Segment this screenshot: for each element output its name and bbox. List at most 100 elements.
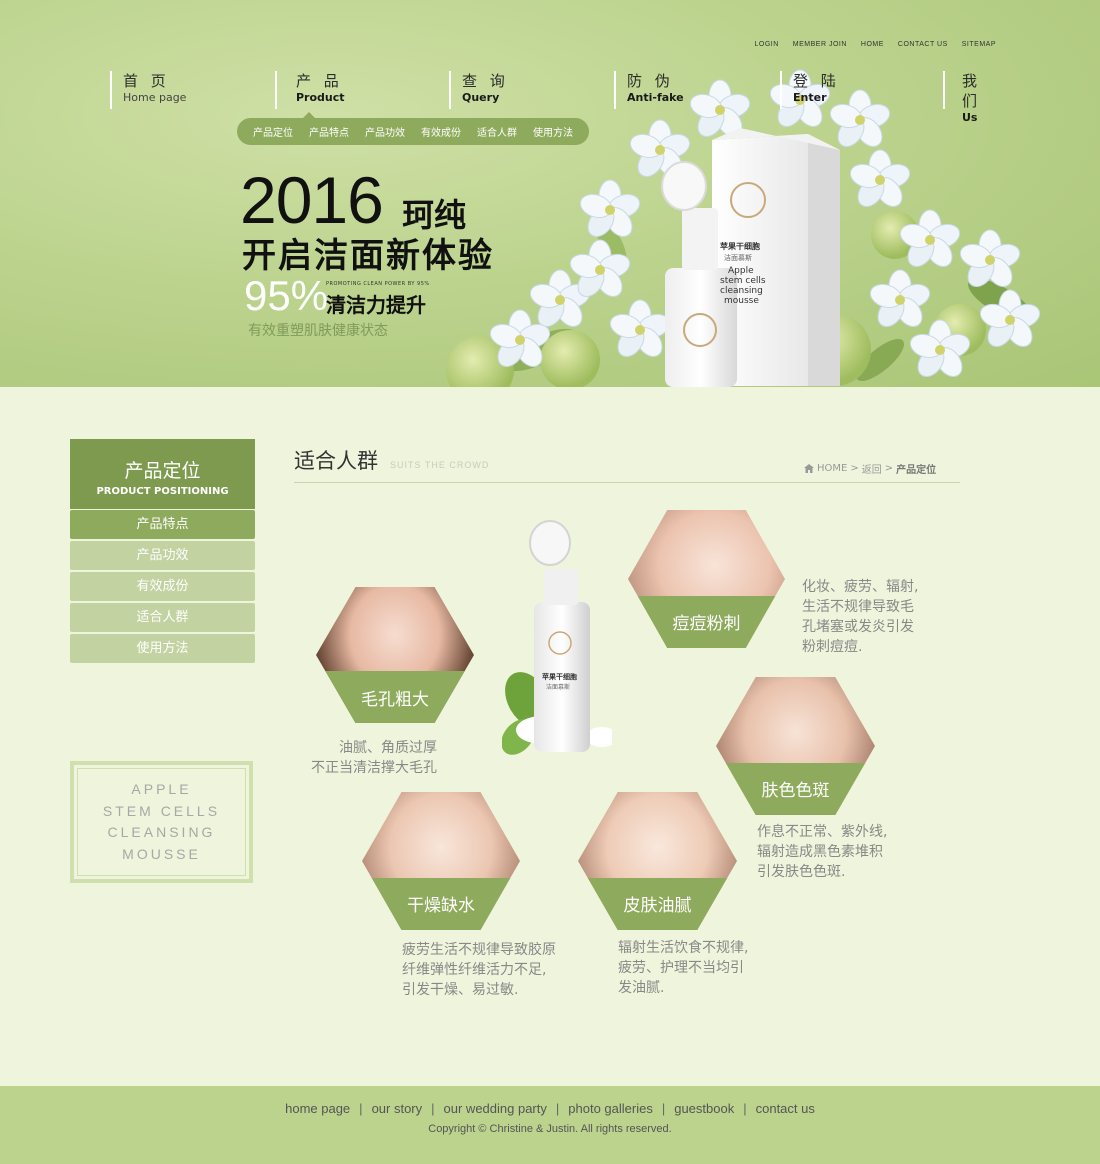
product-name-line: APPLE <box>131 781 192 797</box>
product-name-box: APPLE STEM CELLS CLEANSING MOUSSE <box>70 761 253 883</box>
bottle-label-cn-2: 洁面慕斯 <box>546 684 571 691</box>
bottle-label-cn: 苹果干细胞 <box>542 673 577 681</box>
nav-us-cn: 我 们 <box>962 72 982 110</box>
card-acne[interactable]: 痘痘粉刺 <box>628 510 785 648</box>
nav-enter[interactable]: 登 陆 Enter <box>780 71 840 109</box>
product-name-box-inner: APPLE STEM CELLS CLEANSING MOUSSE <box>77 768 246 876</box>
card-oily-skin[interactable]: 皮肤油腻 <box>578 792 737 930</box>
nav-anti-fake-en: Anti-fake <box>627 91 684 104</box>
nav-enter-cn: 登 陆 <box>793 72 840 90</box>
nav-anti-fake[interactable]: 防 伪 Anti-fake <box>614 71 684 109</box>
nav-home-cn: 首 页 <box>123 72 170 90</box>
sidebar-header: 产品定位 PRODUCT POSITIONING <box>70 439 255 509</box>
card-pigmentation[interactable]: 肤色色斑 <box>716 677 875 815</box>
desc-line: 不正当清洁撑大毛孔 <box>311 760 437 776</box>
card-label: 痘痘粉刺 <box>628 595 785 648</box>
footer-link-guestbook[interactable]: guestbook <box>674 1101 734 1116</box>
nav-query[interactable]: 查 询 Query <box>449 71 509 109</box>
sidebar-item-usage[interactable]: 使用方法 <box>70 634 255 663</box>
home-link[interactable]: HOME <box>861 41 884 48</box>
banner-product-illustration <box>446 69 1044 387</box>
title-divider <box>294 482 960 483</box>
sidebar-header-cn: 产品定位 <box>124 460 201 482</box>
subnav-efficacy[interactable]: 产品功效 <box>365 124 405 139</box>
desc-line: 疲劳生活不规律导致胶原 <box>402 942 556 958</box>
card-desc-pigmentation: 作息不正常、紫外线, 辐射造成黑色素堆积 引发肤色色斑. <box>757 822 927 882</box>
footer-separator: | <box>555 1101 560 1116</box>
desc-line: 辐射造成黑色素堆积 <box>757 844 883 860</box>
contact-us-link[interactable]: CONTACT US <box>898 41 948 48</box>
nav-us[interactable]: 我 们 Us <box>943 71 998 124</box>
footer-link-home[interactable]: home page <box>285 1101 350 1116</box>
login-link[interactable]: LOGIN <box>754 41 778 48</box>
breadcrumb: HOME > 返回 > 产品定位 <box>804 461 936 476</box>
nav-product-cn: 产 品 <box>296 72 343 90</box>
card-desc-enlarged-pores: 油腻、角质过厚 不正当清洁撑大毛孔 <box>300 738 437 778</box>
footer-link-our-story[interactable]: our story <box>372 1101 423 1116</box>
hero-clean-power: 清洁力提升 <box>326 293 426 317</box>
hero-small-caption: PROMOTING CLEAN POWER BY 95% <box>326 281 430 287</box>
banner: 苹果干细胞 洁面慕斯 Apple stem cells cleansing mo… <box>0 0 1100 387</box>
nav-us-en: Us <box>962 111 978 124</box>
footer-separator: | <box>431 1101 435 1116</box>
subnav-suitable-crowd[interactable]: 适合人群 <box>477 124 517 139</box>
footer-separator: | <box>359 1101 363 1116</box>
page-title: 适合人群 <box>294 449 378 473</box>
box-text-en-1: Apple <box>728 266 754 276</box>
sidebar-item-features[interactable]: 产品特点 <box>70 510 255 539</box>
product-name-line: CLEANSING <box>107 824 216 840</box>
footer: home page | our story | our wedding party | ph… <box>0 1086 1100 1164</box>
nav-product[interactable]: 产 品 Product <box>275 71 345 109</box>
sitemap-link[interactable]: SITEMAP <box>962 41 996 48</box>
box-text-cn-2: 洁面慕斯 <box>724 254 752 262</box>
card-dryness[interactable]: 干燥缺水 <box>362 792 520 930</box>
subnav-features[interactable]: 产品特点 <box>309 124 349 139</box>
desc-line: 发油腻. <box>618 980 665 996</box>
footer-link-wedding-party[interactable]: our wedding party <box>444 1101 547 1116</box>
nav-query-cn: 查 询 <box>462 72 509 90</box>
box-text-en-4: mousse <box>724 296 759 306</box>
nav-anti-fake-cn: 防 伪 <box>627 72 674 90</box>
product-subnav: 产品定位 产品特点 产品功效 有效成份 适合人群 使用方法 <box>237 118 589 145</box>
sidebar-item-suitable-crowd[interactable]: 适合人群 <box>70 603 255 632</box>
member-join-link[interactable]: MEMBER JOIN <box>793 41 847 48</box>
card-enlarged-pores[interactable]: 毛孔粗大 <box>316 587 474 723</box>
sidebar-item-efficacy[interactable]: 产品功效 <box>70 541 255 570</box>
footer-separator: | <box>743 1101 747 1116</box>
hero-percent: 95% <box>244 272 329 319</box>
desc-line: 油腻、角质过厚 <box>339 740 437 756</box>
card-label: 皮肤油腻 <box>578 877 737 930</box>
card-desc-acne: 化妆、疲劳、辐射, 生活不规律导致毛 孔堵塞或发炎引发 粉刺痘痘. <box>802 577 962 657</box>
product-name-line: MOUSSE <box>122 845 201 862</box>
sidebar-item-ingredients[interactable]: 有效成份 <box>70 572 255 601</box>
card-desc-oily-skin: 辐射生活饮食不规律, 疲劳、护理不当均引 发油腻. <box>618 938 788 998</box>
card-label: 干燥缺水 <box>362 877 520 930</box>
breadcrumb-separator: > <box>884 463 894 474</box>
desc-line: 纤维弹性纤维活力不足, <box>402 962 547 978</box>
footer-link-photo-galleries[interactable]: photo galleries <box>568 1101 653 1116</box>
footer-copyright: Copyright © Christine & Justin. All righ… <box>428 1123 672 1135</box>
footer-links: home page | our story | our wedding party | ph… <box>0 1101 1100 1116</box>
desc-line: 化妆、疲劳、辐射, <box>802 579 919 595</box>
product-bottle-image <box>502 520 612 755</box>
page-subtitle: SUITS THE CROWD <box>390 460 490 470</box>
footer-link-contact-us[interactable]: contact us <box>756 1101 815 1116</box>
box-text-cn: 苹果干细胞 <box>720 242 760 251</box>
nav-product-en: Product <box>296 91 345 104</box>
breadcrumb-separator: > <box>850 463 859 474</box>
card-desc-dryness: 疲劳生活不规律导致胶原 纤维弹性纤维活力不足, 引发干燥、易过敏. <box>402 940 582 1000</box>
subnav-usage[interactable]: 使用方法 <box>533 124 573 139</box>
sidebar-header-en: PRODUCT POSITIONING <box>96 486 229 497</box>
breadcrumb-home[interactable]: HOME <box>817 463 847 474</box>
nav-home[interactable]: 首 页 Home page <box>110 71 186 109</box>
subnav-positioning[interactable]: 产品定位 <box>253 124 293 139</box>
box-text-en-3: cleansing <box>720 286 763 296</box>
desc-line: 生活不规律导致毛 <box>802 599 914 615</box>
subnav-ingredients[interactable]: 有效成份 <box>421 124 461 139</box>
hero-tagline: 有效重塑肌肤健康状态 <box>248 323 388 339</box>
nav-enter-en: Enter <box>793 91 827 104</box>
hero-headline: 开启洁面新体验 <box>242 236 494 276</box>
nav-home-en: Home page <box>123 91 187 104</box>
breadcrumb-current: 产品定位 <box>896 465 937 476</box>
breadcrumb-back[interactable]: 返回 <box>862 461 882 476</box>
